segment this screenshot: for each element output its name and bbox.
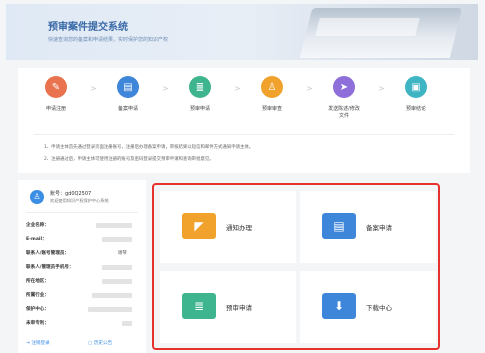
note-line-2: 2、注册通过后，申请主体可使用注册的账号及密码登录提交预审申请和查询审批意见。 bbox=[44, 157, 214, 162]
field-pending-label: 未审专利： bbox=[26, 321, 49, 326]
field-industry-label: 所属行业： bbox=[26, 293, 49, 298]
user-avatar-icon: ♙ bbox=[30, 190, 44, 204]
divider bbox=[26, 212, 138, 213]
note-line-1: 1、申请主体首先通过登录页面注册账号，注册后办理备案申请，审核结果以短信和邮件方… bbox=[44, 145, 254, 150]
header-banner: 预审案件提交系统 快速查询您的备案和申请结果，实时保护您的知识产权 bbox=[6, 4, 478, 60]
user-account: 账号：gd0Q2507 bbox=[50, 191, 92, 197]
reviewer-icon: ♙ bbox=[261, 76, 283, 98]
redacted-value bbox=[102, 279, 132, 284]
download-icon: ⬇ bbox=[322, 293, 356, 319]
send-icon: ➤ bbox=[333, 76, 355, 98]
logout-link[interactable]: ⇥ 注销登录 bbox=[26, 340, 50, 346]
megaphone-icon: ◤ bbox=[182, 213, 216, 239]
user-welcome: 欢迎使用知识产权保护中心系统 bbox=[50, 198, 109, 203]
redacted-value bbox=[102, 237, 132, 242]
tile-filing-application[interactable]: ▤ 备案申请 bbox=[300, 191, 436, 263]
step-send-statement: ➤ 发送陈述/修改 文件 bbox=[314, 76, 374, 120]
page: 预审案件提交系统 快速查询您的备案和申请结果，实时保护您的知识产权 ✎ 申请注册… bbox=[0, 0, 485, 353]
redacted-value bbox=[122, 321, 132, 326]
tile-label: 下载中心 bbox=[366, 304, 392, 312]
system-subtitle: 快速查询您的备案和申请结果，实时保护您的知识产权 bbox=[48, 37, 169, 43]
field-region-label: 所在地区： bbox=[26, 279, 49, 284]
step-arrow-icon: > bbox=[90, 84, 97, 93]
redacted-value bbox=[102, 265, 132, 270]
folder-icon: ▤ bbox=[117, 76, 139, 98]
step-pre-exam-review: ♙ 预审审查 bbox=[242, 76, 302, 113]
field-center-label: 保护中心： bbox=[26, 307, 49, 312]
folder-icon: ▤ bbox=[322, 213, 356, 239]
redacted-value bbox=[88, 307, 132, 312]
step-label: 预审申请 bbox=[189, 106, 210, 112]
field-email-label: E-mail： bbox=[26, 237, 47, 242]
step-register: ✎ 申请注册 bbox=[26, 76, 86, 113]
system-title: 预审案件提交系统 bbox=[48, 22, 128, 33]
field-contact-value: 谢琴 bbox=[118, 251, 127, 256]
divider bbox=[34, 134, 454, 135]
step-arrow-icon: > bbox=[234, 84, 241, 93]
step-label: 申请注册 bbox=[45, 106, 66, 112]
step-label: 预审结论 bbox=[405, 106, 426, 112]
tile-download-center[interactable]: ⬇ 下载中心 bbox=[300, 271, 436, 343]
laptop-illustration bbox=[299, 8, 463, 58]
step-pre-exam-apply: ≣ 预审申请 bbox=[170, 76, 230, 113]
document-icon: ≣ bbox=[182, 293, 216, 319]
redacted-value bbox=[92, 293, 132, 298]
conclusion-icon: ▣ bbox=[405, 76, 427, 98]
step-label: 预审审查 bbox=[261, 106, 282, 112]
tile-notice-handling[interactable]: ◤ 通知办理 bbox=[160, 191, 296, 263]
service-grid-highlight: ◤ 通知办理 ▤ 备案申请 ≣ 预审申请 ⬇ 下载中心 bbox=[152, 183, 440, 350]
account-info-panel: ♙ 账号：gd0Q2507 欢迎使用知识产权保护中心系统 企业名称： E-mai… bbox=[18, 180, 146, 353]
field-phone-label: 联系人/管理员手机号： bbox=[26, 265, 74, 270]
process-steps-panel: ✎ 申请注册 > ▤ 备案申请 > ≣ 预审申请 > ♙ 预审审查 > ➤ 发送… bbox=[18, 68, 470, 173]
redacted-value bbox=[96, 223, 132, 228]
step-conclusion: ▣ 预审结论 bbox=[386, 76, 446, 113]
step-arrow-icon: > bbox=[306, 84, 313, 93]
document-icon: ≣ bbox=[189, 76, 211, 98]
tile-label: 预审申请 bbox=[226, 304, 252, 312]
history-notice-link[interactable]: ▢ 历史公告 bbox=[88, 340, 112, 346]
step-filing: ▤ 备案申请 bbox=[98, 76, 158, 113]
tile-pre-exam-application[interactable]: ≣ 预审申请 bbox=[160, 271, 296, 343]
step-label: 备案申请 bbox=[117, 106, 138, 112]
tile-label: 备案申请 bbox=[366, 224, 392, 232]
register-icon: ✎ bbox=[45, 76, 67, 98]
step-arrow-icon: > bbox=[162, 84, 169, 93]
step-arrow-icon: > bbox=[378, 84, 385, 93]
field-company-label: 企业名称： bbox=[26, 223, 49, 228]
step-label: 发送陈述/修改 文件 bbox=[328, 106, 360, 119]
field-contact-label: 联系人/账号管理员： bbox=[26, 251, 70, 256]
tile-label: 通知办理 bbox=[226, 224, 252, 232]
